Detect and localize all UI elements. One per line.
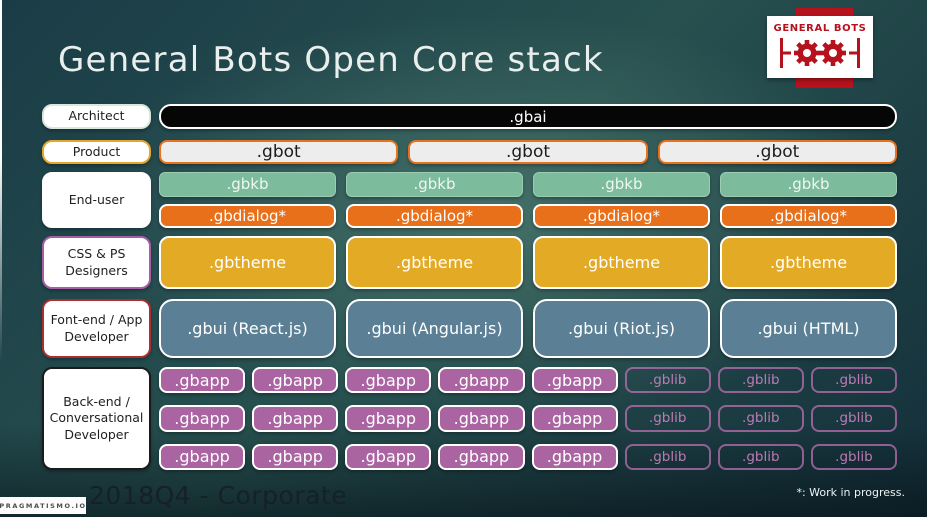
slide-left-accent — [0, 0, 2, 517]
stack-box-gbapp: .gbapp — [345, 443, 432, 470]
stack-box-gbapp: .gbapp — [159, 367, 246, 394]
stack-box-gbui: .gbui (Angular.js) — [346, 299, 523, 358]
stack-row: .gbkb .gbkb .gbkb .gbkb — [159, 172, 897, 197]
general-bots-logo: GENERAL BOTS — [767, 16, 873, 78]
stack-box-gbapp: .gbapp — [345, 367, 432, 394]
stack-row: .gbui (React.js) .gbui (Angular.js) .gbui … — [159, 299, 897, 358]
stack-box-gbdialog: .gbdialog* — [159, 203, 336, 228]
stack-box-gbapp: .gbapp — [438, 443, 525, 470]
stack-box-gbapp: .gbapp — [252, 443, 339, 470]
stack-box-gblib: .gblib — [810, 367, 897, 394]
stack-box-gbui: .gbui (Riot.js) — [533, 299, 710, 358]
stack-box-gblib: .gblib — [717, 405, 804, 432]
stack-box-gbkb: .gbkb — [159, 172, 336, 197]
stack-box-gbapp: .gbapp — [531, 405, 618, 432]
stack-box-gbot: .gbot — [408, 140, 648, 164]
work-in-progress-note: *: Work in progress. — [796, 486, 905, 499]
band-designers: CSS & PS Designers .gbtheme .gbtheme .gbthe… — [42, 236, 897, 289]
stack-box-gbtheme: .gbtheme — [533, 236, 710, 289]
stack-box-gbdialog: .gbdialog* — [346, 203, 523, 228]
stack-box-gblib: .gblib — [624, 367, 711, 394]
stack-row: .gbapp .gbapp .gbapp .gbapp .gbapp .gblib .gbl… — [159, 367, 897, 394]
stack-box-gbapp: .gbapp — [345, 405, 432, 432]
stack-row: .gbdialog* .gbdialog* .gbdialog* .gbdialog* — [159, 203, 897, 228]
band-product: Product .gbot .gbot .gbot — [42, 140, 897, 164]
stack-box-gbapp: .gbapp — [531, 443, 618, 470]
stack-box-gblib: .gblib — [717, 367, 804, 394]
stack-box-gbtheme: .gbtheme — [159, 236, 336, 289]
stack-box-gbkb: .gbkb — [533, 172, 710, 197]
stack-box-gbtheme: .gbtheme — [346, 236, 523, 289]
stack-box-gbapp: .gbapp — [159, 443, 246, 470]
stack-row: .gbapp .gbapp .gbapp .gbapp .gbapp .gblib .gbl… — [159, 405, 897, 432]
stack-row: .gbai — [159, 104, 897, 129]
stack-box-gbot: .gbot — [657, 140, 897, 164]
row-label-architect: Architect — [42, 104, 151, 129]
stack-box-gbkb: .gbkb — [346, 172, 523, 197]
row-label-product: Product — [42, 140, 151, 164]
stack-box-gbapp: .gbapp — [438, 367, 525, 394]
stack-box-gbui: .gbui (HTML) — [720, 299, 897, 358]
pragmatismo-badge: PRAGMATISMO.IO — [0, 497, 86, 514]
stack-row: .gbot .gbot .gbot — [159, 140, 897, 164]
stack-box-gblib: .gblib — [624, 405, 711, 432]
stack-box-gbapp: .gbapp — [252, 367, 339, 394]
row-label-backend: Back-end / Conversational Developer — [42, 367, 151, 470]
band-backend: Back-end / Conversational Developer .gbap… — [42, 367, 897, 470]
stack-box-gbai: .gbai — [159, 104, 897, 129]
row-label-frontend: Font-end / App Developer — [42, 299, 151, 358]
stack-box-gblib: .gblib — [717, 443, 804, 470]
row-label-enduser: End-user — [42, 172, 151, 228]
slide: General Bots Open Core stack GENERAL BOT… — [0, 0, 927, 517]
stack-row: .gbtheme .gbtheme .gbtheme .gbtheme — [159, 236, 897, 289]
slide-title: General Bots Open Core stack — [58, 40, 604, 80]
stack-box-gbtheme: .gbtheme — [720, 236, 897, 289]
stack-box-gbot: .gbot — [159, 140, 399, 164]
stack-box-gbapp: .gbapp — [531, 367, 618, 394]
stack-box-gblib: .gblib — [810, 443, 897, 470]
stack-box-gbapp: .gbapp — [252, 405, 339, 432]
band-architect: Architect .gbai — [42, 104, 897, 129]
gears-icon — [780, 38, 860, 68]
stack-box-gblib: .gblib — [810, 405, 897, 432]
stack-box-gbdialog: .gbdialog* — [533, 203, 710, 228]
footer-caption: 2018Q4 - Corporate — [89, 481, 348, 510]
stack-row: .gbapp .gbapp .gbapp .gbapp .gbapp .gblib .gbl… — [159, 443, 897, 470]
stack: Architect .gbai Product .gbot .gbot .gbot End-… — [42, 104, 897, 470]
stack-box-gbapp: .gbapp — [438, 405, 525, 432]
band-frontend: Font-end / App Developer .gbui (React.js)… — [42, 299, 897, 358]
logo-brand-text: GENERAL BOTS — [773, 23, 867, 34]
stack-box-gbui: .gbui (React.js) — [159, 299, 336, 358]
stack-box-gblib: .gblib — [624, 443, 711, 470]
band-enduser: End-user .gbkb .gbkb .gbkb .gbkb .gbdialog* .g… — [42, 172, 897, 228]
stack-box-gbkb: .gbkb — [720, 172, 897, 197]
row-label-designers: CSS & PS Designers — [42, 236, 151, 289]
stack-box-gbdialog: .gbdialog* — [720, 203, 897, 228]
stack-box-gbapp: .gbapp — [159, 405, 246, 432]
